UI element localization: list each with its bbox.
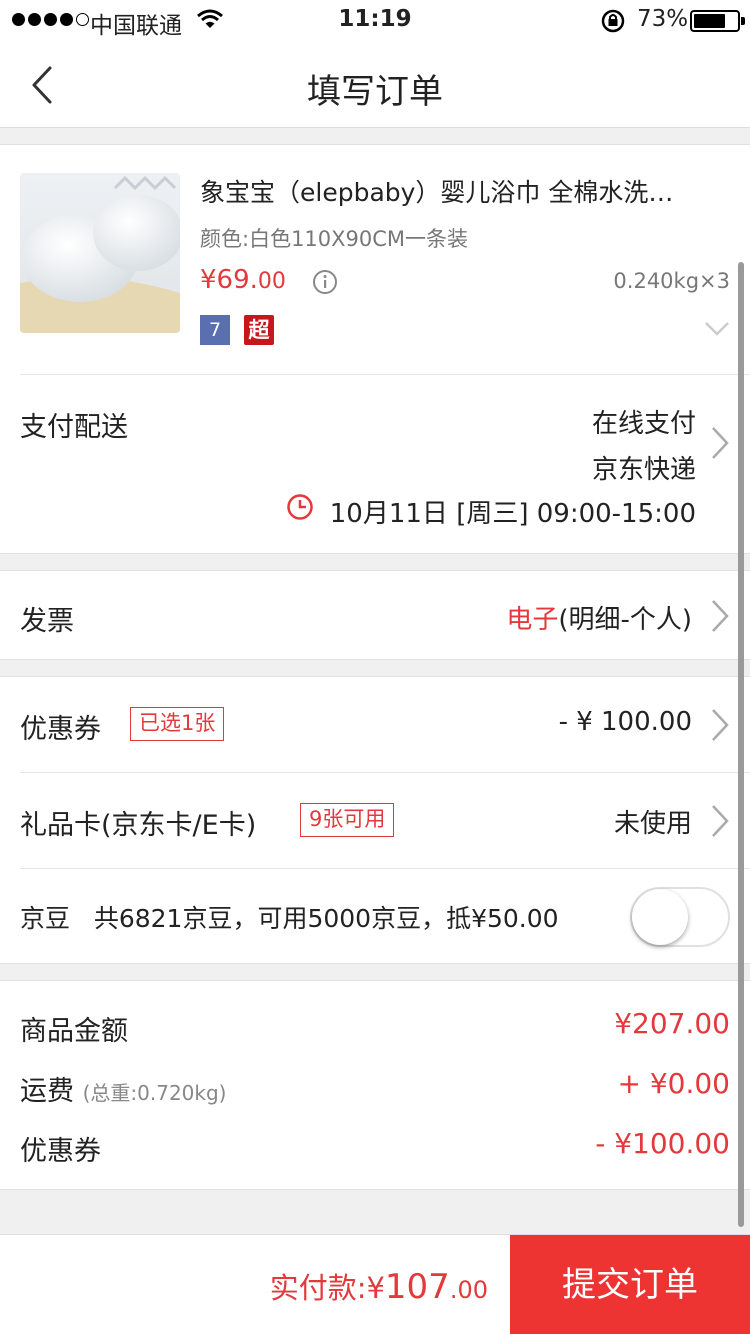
weight-quantity: 0.240kg×3 [613, 269, 730, 293]
nav-bar: 填写订单 [0, 40, 750, 128]
battery-icon [690, 10, 745, 32]
clock-icon [287, 494, 313, 520]
chevron-right-icon [712, 709, 729, 741]
coupon-row[interactable]: 优惠券 已选1张 - ¥ 100.00 [0, 677, 750, 772]
payment-delivery-row[interactable]: 支付配送 在线支付 京东快递 10月11日 [周三] 09:00-15:00 [0, 375, 750, 555]
delivery-method: 京东快递 [591, 455, 696, 485]
invoice-row[interactable]: 发票 电子(明细-个人) [0, 570, 750, 660]
product-price: ¥69.00 [200, 265, 286, 295]
battery-percent: 73% [637, 6, 689, 32]
goods-amount-label: 商品金额 [20, 1016, 128, 1047]
submit-order-button[interactable]: 提交订单 [510, 1235, 750, 1334]
jingdou-toggle[interactable] [630, 887, 730, 947]
status-bar: 中国联通 11:19 73% [0, 0, 750, 40]
payment-method: 在线支付 [591, 409, 696, 439]
order-items-card: 象宝宝（elepbaby）婴儿浴巾 全棉水洗… 颜色:白色110X90CM一条装… [0, 144, 750, 554]
actual-payment: 实付款:¥107.00 [269, 1267, 488, 1307]
coupon-label: 优惠券 [20, 714, 101, 745]
jingdou-row: 京豆 共6821京豆，可用5000京豆，抵¥50.00 [0, 869, 750, 964]
freight-label: 运费 (总重:0.720kg) [20, 1076, 227, 1107]
freight-weight-note: (总重:0.720kg) [82, 1081, 227, 1105]
freight-value: + ¥0.00 [617, 1067, 730, 1100]
giftcard-available-badge: 9张可用 [300, 803, 395, 837]
product-image[interactable] [20, 173, 180, 333]
page-title: 填写订单 [307, 72, 443, 112]
giftcard-value: 未使用 [613, 809, 692, 839]
jingdou-text: 京豆 共6821京豆，可用5000京豆，抵¥50.00 [20, 904, 559, 933]
chevron-right-icon [712, 427, 729, 459]
invoice-label: 发票 [20, 606, 74, 637]
chevron-right-icon [712, 805, 729, 837]
chevron-down-icon[interactable] [704, 321, 730, 337]
delivery-time-slot: 10月11日 [周三] 09:00-15:00 [329, 499, 696, 529]
product-name[interactable]: 象宝宝（elepbaby）婴儿浴巾 全棉水洗… [200, 173, 730, 209]
giftcard-row[interactable]: 礼品卡(京东卡/E卡) 9张可用 未使用 [0, 773, 750, 868]
supermarket-badge: 超 [244, 315, 274, 345]
discounts-card: 优惠券 已选1张 - ¥ 100.00 礼品卡(京东卡/E卡) 9张可用 未使用… [0, 676, 750, 964]
summary-card: 商品金额 ¥207.00 运费 (总重:0.720kg) + ¥0.00 优惠券… [0, 980, 750, 1190]
invoice-type: 电子(明细-个人) [506, 605, 692, 635]
giftcard-label: 礼品卡(京东卡/E卡) [20, 810, 257, 841]
coupon-summary-value: - ¥100.00 [595, 1127, 730, 1160]
product-spec: 颜色:白色110X90CM一条装 [200, 227, 469, 251]
chevron-right-icon [712, 600, 729, 632]
seven-day-return-badge: 7 [200, 315, 230, 345]
info-icon[interactable] [312, 269, 338, 295]
coupon-summary-label: 优惠券 [20, 1136, 101, 1167]
payment-delivery-label: 支付配送 [20, 412, 128, 443]
goods-amount-value: ¥207.00 [614, 1007, 730, 1040]
coupon-value: - ¥ 100.00 [558, 707, 692, 737]
coupon-selected-badge: 已选1张 [130, 707, 225, 741]
scrollbar[interactable] [738, 262, 744, 1227]
bottom-bar: 实付款:¥107.00 提交订单 [0, 1234, 750, 1334]
orientation-lock-icon [601, 9, 625, 33]
